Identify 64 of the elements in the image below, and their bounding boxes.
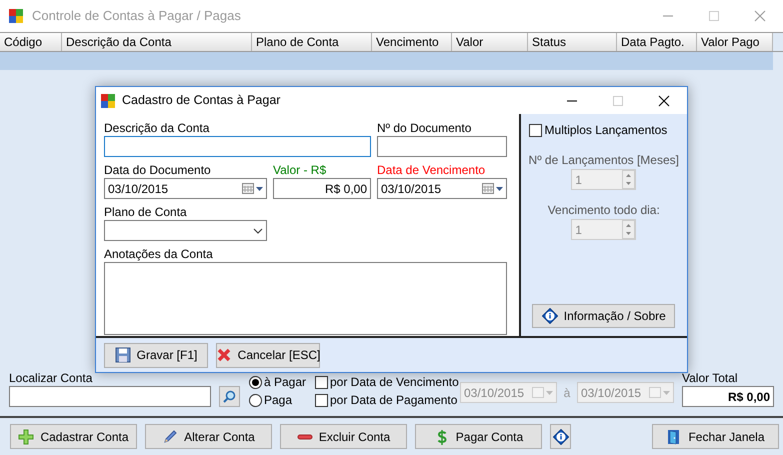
total-field: R$ 0,00 [682,386,774,407]
dropdown-field[interactable] [104,220,267,241]
caret-icon[interactable] [496,186,503,190]
action-button[interactable]: Excluir Conta [280,424,407,449]
field-label: Valor Total [682,371,739,385]
radio-button[interactable] [249,394,262,406]
field-label: Descrição da Conta [104,121,210,135]
column-header[interactable]: Valor [452,33,528,51]
radio-button[interactable] [249,376,262,388]
field-label: Data de Vencimento [377,163,486,177]
action-button[interactable]: Pagar Conta [415,424,542,449]
calendar-icon[interactable] [242,182,254,195]
search-icon [223,390,236,403]
column-header[interactable]: Status [528,33,617,51]
column-header[interactable]: Código [0,33,62,51]
search-field[interactable] [9,386,211,407]
checkbox[interactable] [315,376,328,388]
checkbox[interactable] [528,124,542,136]
info-button[interactable] [550,424,571,449]
text-field[interactable] [377,136,507,157]
calendar-icon[interactable] [482,182,494,195]
dialog-button[interactable]: Gravar [F1] [104,342,208,368]
dialog-title: Cadastro de Contas à Pagar [122,92,280,110]
range-separator: à [562,384,572,402]
search-button[interactable] [219,386,240,407]
dialog-button[interactable]: Cancelar [ESC] [216,342,320,368]
cancel-icon [216,347,232,363]
caret-icon[interactable] [256,186,263,190]
window-title: Controle de Contas à Pagar / Pagas [32,7,241,26]
date-field[interactable]: 03/10/2015 [377,178,507,199]
info-button[interactable]: Informação / Sobre [532,304,676,328]
field-label: Plano de Conta [104,205,188,219]
checkbox[interactable] [315,394,328,406]
date-field[interactable]: 03/10/2015 [104,178,267,199]
text-field[interactable] [104,136,371,157]
field-label: Localizar Conta [9,371,94,385]
chevron-icon[interactable] [253,228,263,234]
option-label: Paga [264,392,292,409]
action-button[interactable]: Alterar Conta [145,424,272,449]
info-icon [552,428,568,444]
app-logo-icon [100,92,116,108]
column-header[interactable]: Data Pagto. [617,33,697,51]
option-label: por Data de Vencimento [330,374,459,391]
field-label: Nº do Documento [377,121,472,135]
info-icon [542,308,558,324]
column-header[interactable]: Descrição da Conta [62,33,252,51]
column-header[interactable]: Plano de Conta [252,33,372,51]
option-label: por Data de Pagamento [330,392,458,409]
field-label: Anotações da Conta [104,247,214,261]
pencil-icon [162,428,178,444]
field-label: Data do Documento [104,163,212,177]
field-label: Vencimento todo dia: [548,203,660,217]
option-label: à Pagar [264,374,306,391]
option-label: Multiplos Lançamentos [544,122,668,139]
plus-icon [18,428,34,444]
action-button[interactable]: Fechar Janela [652,424,779,449]
app-logo-icon [8,8,24,24]
action-button[interactable]: Cadastrar Conta [10,424,137,449]
notes-field[interactable] [104,262,507,335]
floppy-icon [114,347,131,363]
field-label: Nº de Lançamentos [Meses] [528,153,679,167]
field-label: Valor - R$ [273,163,328,177]
money-field[interactable]: R$ 0,00 [273,178,371,199]
column-header[interactable]: Vencimento [372,33,452,51]
